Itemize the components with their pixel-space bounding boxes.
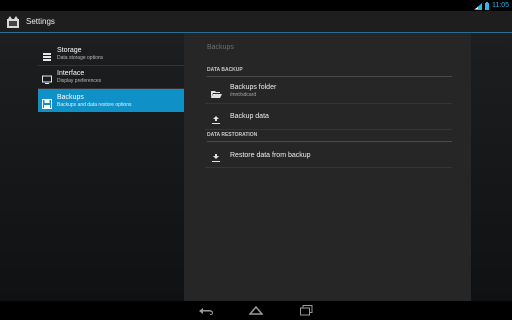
download-icon <box>211 150 221 162</box>
settings-app-icon[interactable] <box>6 15 20 29</box>
recents-icon[interactable] <box>298 305 314 317</box>
header-item-backups[interactable]: Backups Backups and data restore options <box>38 89 184 112</box>
home-icon[interactable] <box>248 305 264 317</box>
app-title: Settings <box>26 17 55 26</box>
breadcrumb: Backups <box>207 44 234 51</box>
pref-title: Backups folder <box>230 84 277 91</box>
settings-content: Storage Data storage options Interface D… <box>0 33 512 301</box>
header-title: Storage <box>57 47 82 54</box>
pref-title: Restore data from backup <box>230 151 311 159</box>
header-summary: Display preferences <box>57 78 102 84</box>
pref-backup-data[interactable]: Backup data <box>205 104 452 130</box>
folder-open-icon <box>211 86 222 98</box>
pref-summary: /mnt/sdcard <box>230 92 257 98</box>
header-title: Interface <box>57 70 85 77</box>
header-item-storage[interactable]: Storage Data storage options <box>38 43 184 66</box>
header-item-interface[interactable]: Interface Display preferences <box>38 66 184 89</box>
pref-backups-folder[interactable]: Backups folder /mnt/sdcard <box>205 79 452 104</box>
category-data-backup: DATA BACKUP <box>207 67 452 77</box>
pref-restore-data[interactable]: Restore data from backup <box>205 143 452 168</box>
action-bar: Settings <box>0 11 512 32</box>
pref-title: Backup data <box>230 113 269 120</box>
monitor-icon <box>42 72 52 84</box>
preference-detail-pane: Backups DATA BACKUP Backups folder /mnt/… <box>184 33 471 301</box>
header-summary: Backups and data restore options <box>57 101 132 108</box>
save-icon <box>42 96 52 109</box>
status-bar: 11:05 <box>0 0 512 11</box>
settings-header-list: Storage Data storage options Interface D… <box>38 43 184 112</box>
storage-icon <box>42 49 52 61</box>
back-icon[interactable] <box>198 305 214 317</box>
status-time: 11:05 <box>492 2 509 9</box>
upload-icon <box>211 112 221 124</box>
navigation-bar <box>0 301 512 320</box>
category-data-restoration: DATA RESTORATION <box>207 132 452 142</box>
header-summary: Data storage options <box>57 55 104 61</box>
header-title: Backups <box>57 93 84 101</box>
